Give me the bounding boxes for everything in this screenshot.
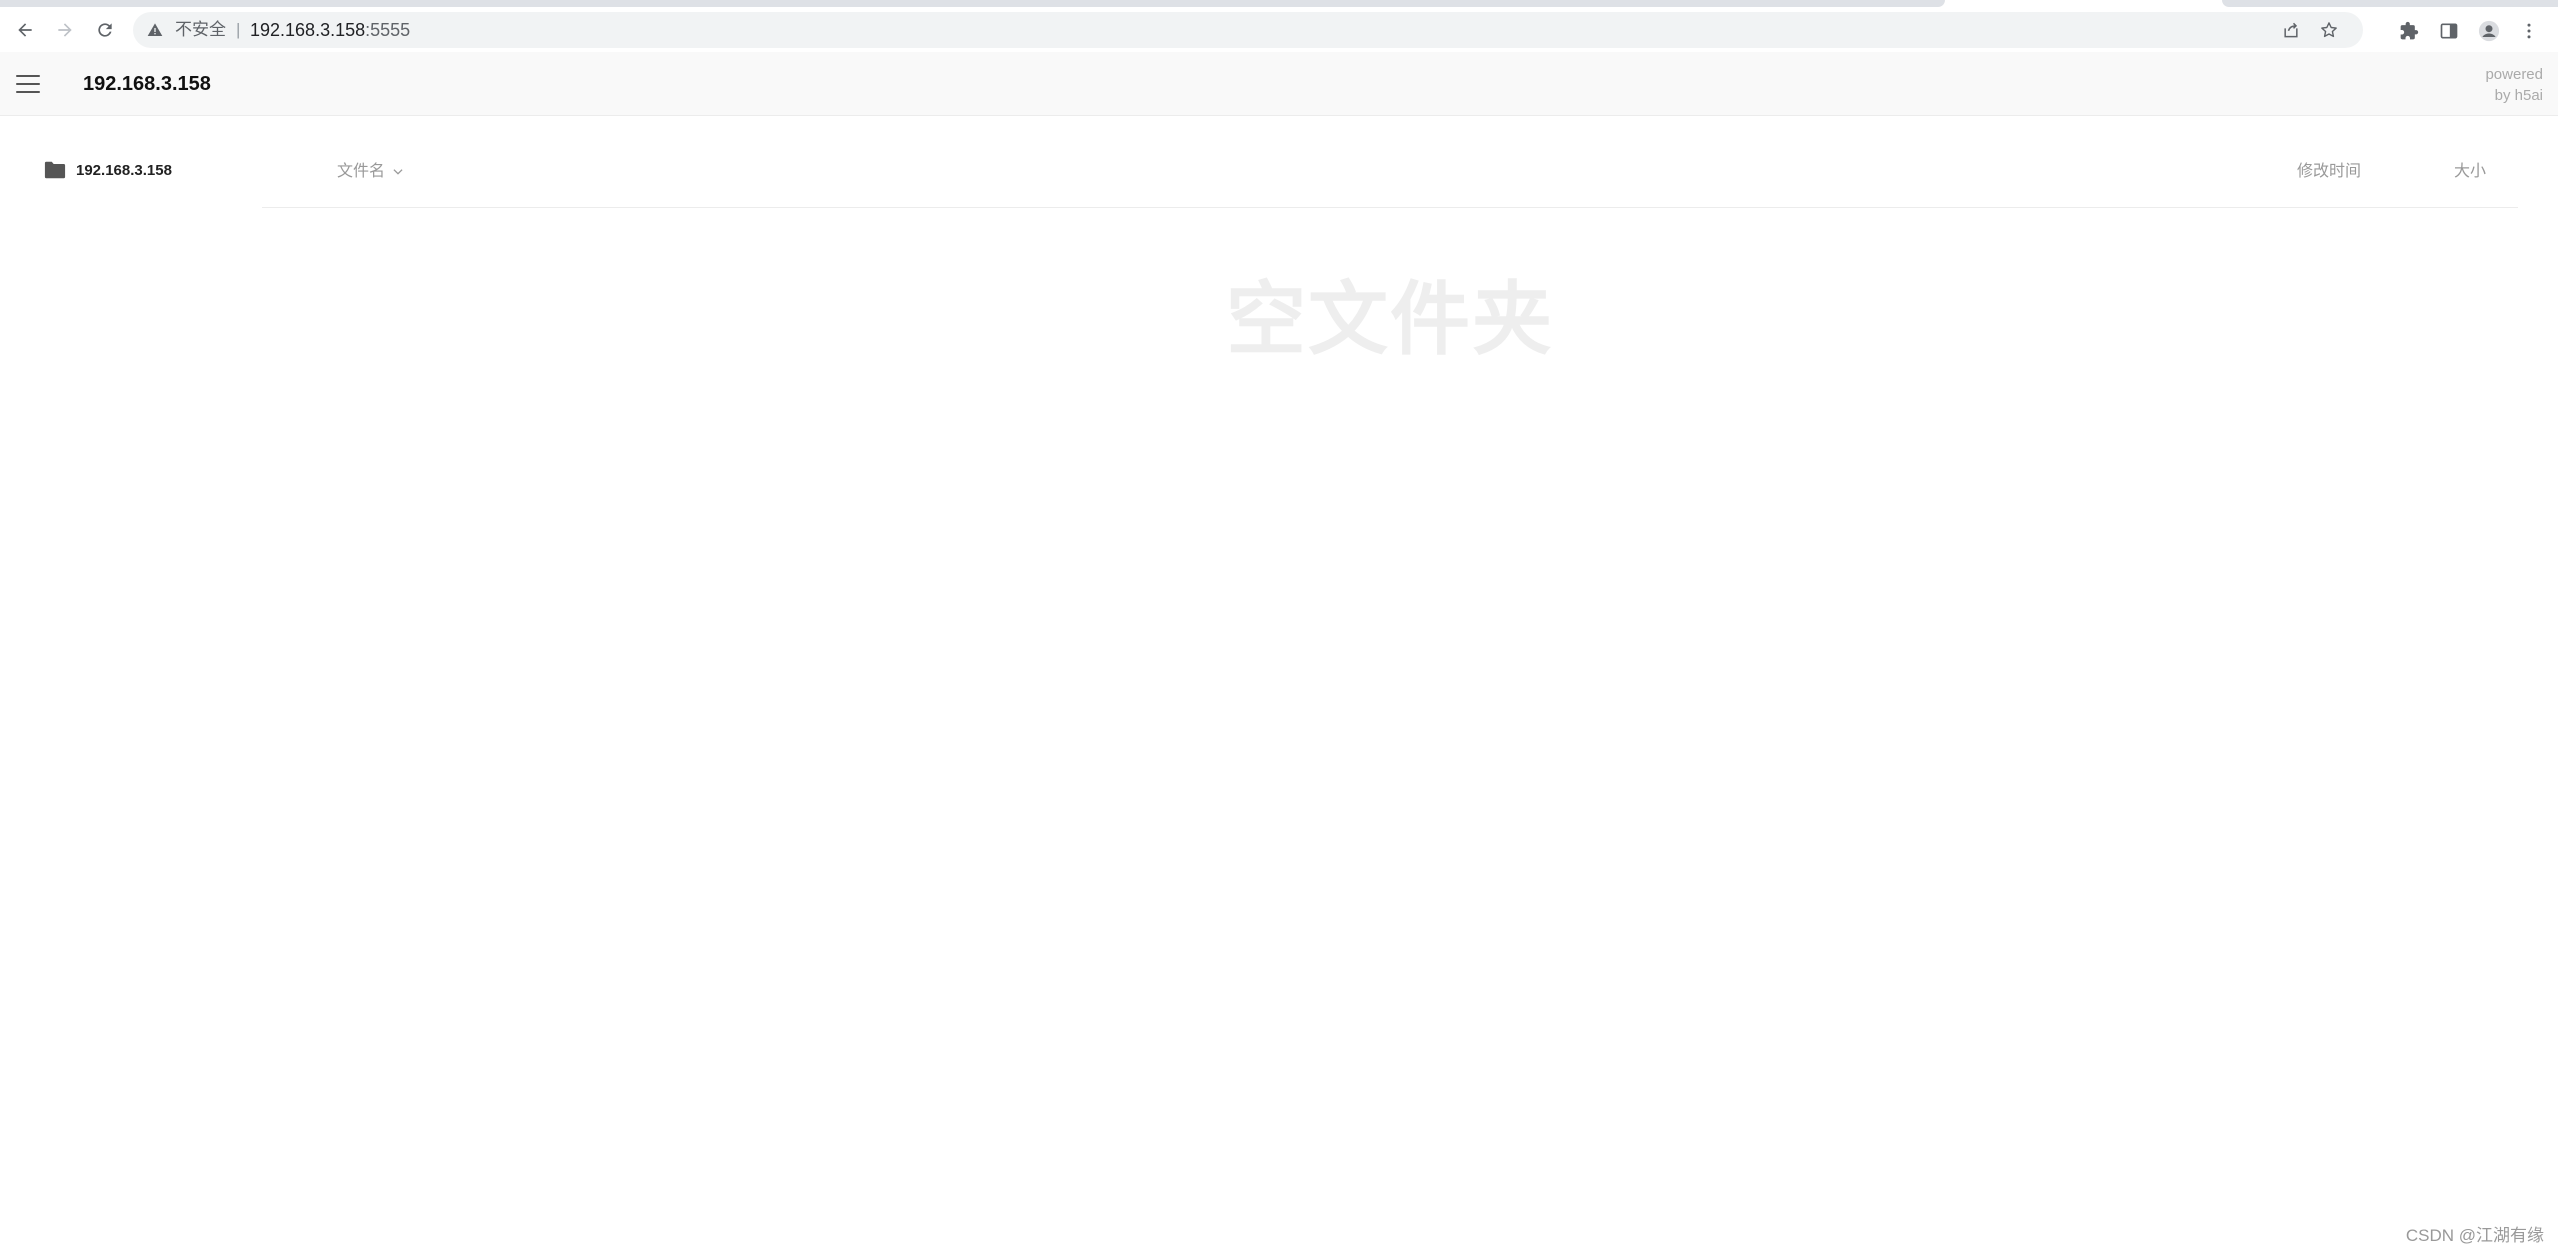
column-header-name[interactable]: 文件名 <box>337 150 405 194</box>
arrow-right-icon <box>58 23 72 37</box>
puzzle-icon <box>2400 21 2419 40</box>
browser-toolbar: 不安全 | 192.168.3.158:5555 <box>0 8 2558 52</box>
menu-icon-bar <box>16 91 40 93</box>
browser-menu-button[interactable] <box>2518 20 2540 42</box>
breadcrumb[interactable]: 192.168.3.158 <box>83 52 211 116</box>
chevron-down-icon <box>393 169 403 175</box>
menu-icon-bar <box>16 75 40 77</box>
side-panel-icon <box>2440 23 2458 39</box>
arrow-left-icon <box>18 23 32 37</box>
extensions-button[interactable] <box>2398 20 2420 42</box>
tab-strip <box>0 0 2558 8</box>
share-icon[interactable] <box>2281 20 2301 40</box>
star-icon[interactable] <box>2319 20 2339 40</box>
powered-by-link[interactable]: powered by h5ai <box>2485 64 2543 106</box>
column-header-size[interactable]: 大小 <box>2454 150 2486 194</box>
reload-button[interactable] <box>89 14 121 46</box>
url-host: 192.168.3.158 <box>250 20 366 40</box>
tree-root-label: 192.168.3.158 <box>76 161 172 179</box>
watermark: CSDN @江湖有缘 <box>2405 1226 2544 1245</box>
reload-icon <box>98 23 112 37</box>
file-list-header: 文件名 修改时间 大小 <box>262 150 2518 208</box>
column-header-date[interactable]: 修改时间 <box>2297 150 2361 194</box>
column-name-label: 文件名 <box>337 163 386 180</box>
menu-icon-bar <box>16 83 40 85</box>
separator: | <box>236 20 241 39</box>
security-label[interactable]: 不安全 <box>175 12 226 48</box>
warning-icon[interactable] <box>147 22 163 38</box>
url-port: :5555 <box>365 20 411 40</box>
more-vertical-icon <box>2527 23 2531 39</box>
inactive-tab[interactable] <box>0 0 1945 7</box>
url-text[interactable]: 192.168.3.158:5555 <box>250 12 410 48</box>
side-panel-button[interactable] <box>2438 20 2460 42</box>
folder-icon <box>44 161 66 179</box>
powered-line-2: by h5ai <box>2494 87 2543 104</box>
menu-icon[interactable] <box>14 72 42 96</box>
empty-folder-message: 空文件夹 <box>1226 275 1554 364</box>
tree-root-item[interactable]: 192.168.3.158 <box>44 158 172 182</box>
forward-button[interactable] <box>49 14 81 46</box>
address-bar[interactable]: 不安全 | 192.168.3.158:5555 <box>133 12 2363 48</box>
profile-button[interactable] <box>2478 20 2500 42</box>
page-topbar: 192.168.3.158 powered by h5ai <box>0 52 2558 116</box>
powered-line-1: powered <box>2485 66 2543 83</box>
inactive-tab[interactable] <box>2222 0 2558 7</box>
avatar-icon <box>2478 20 2500 42</box>
back-button[interactable] <box>9 14 41 46</box>
